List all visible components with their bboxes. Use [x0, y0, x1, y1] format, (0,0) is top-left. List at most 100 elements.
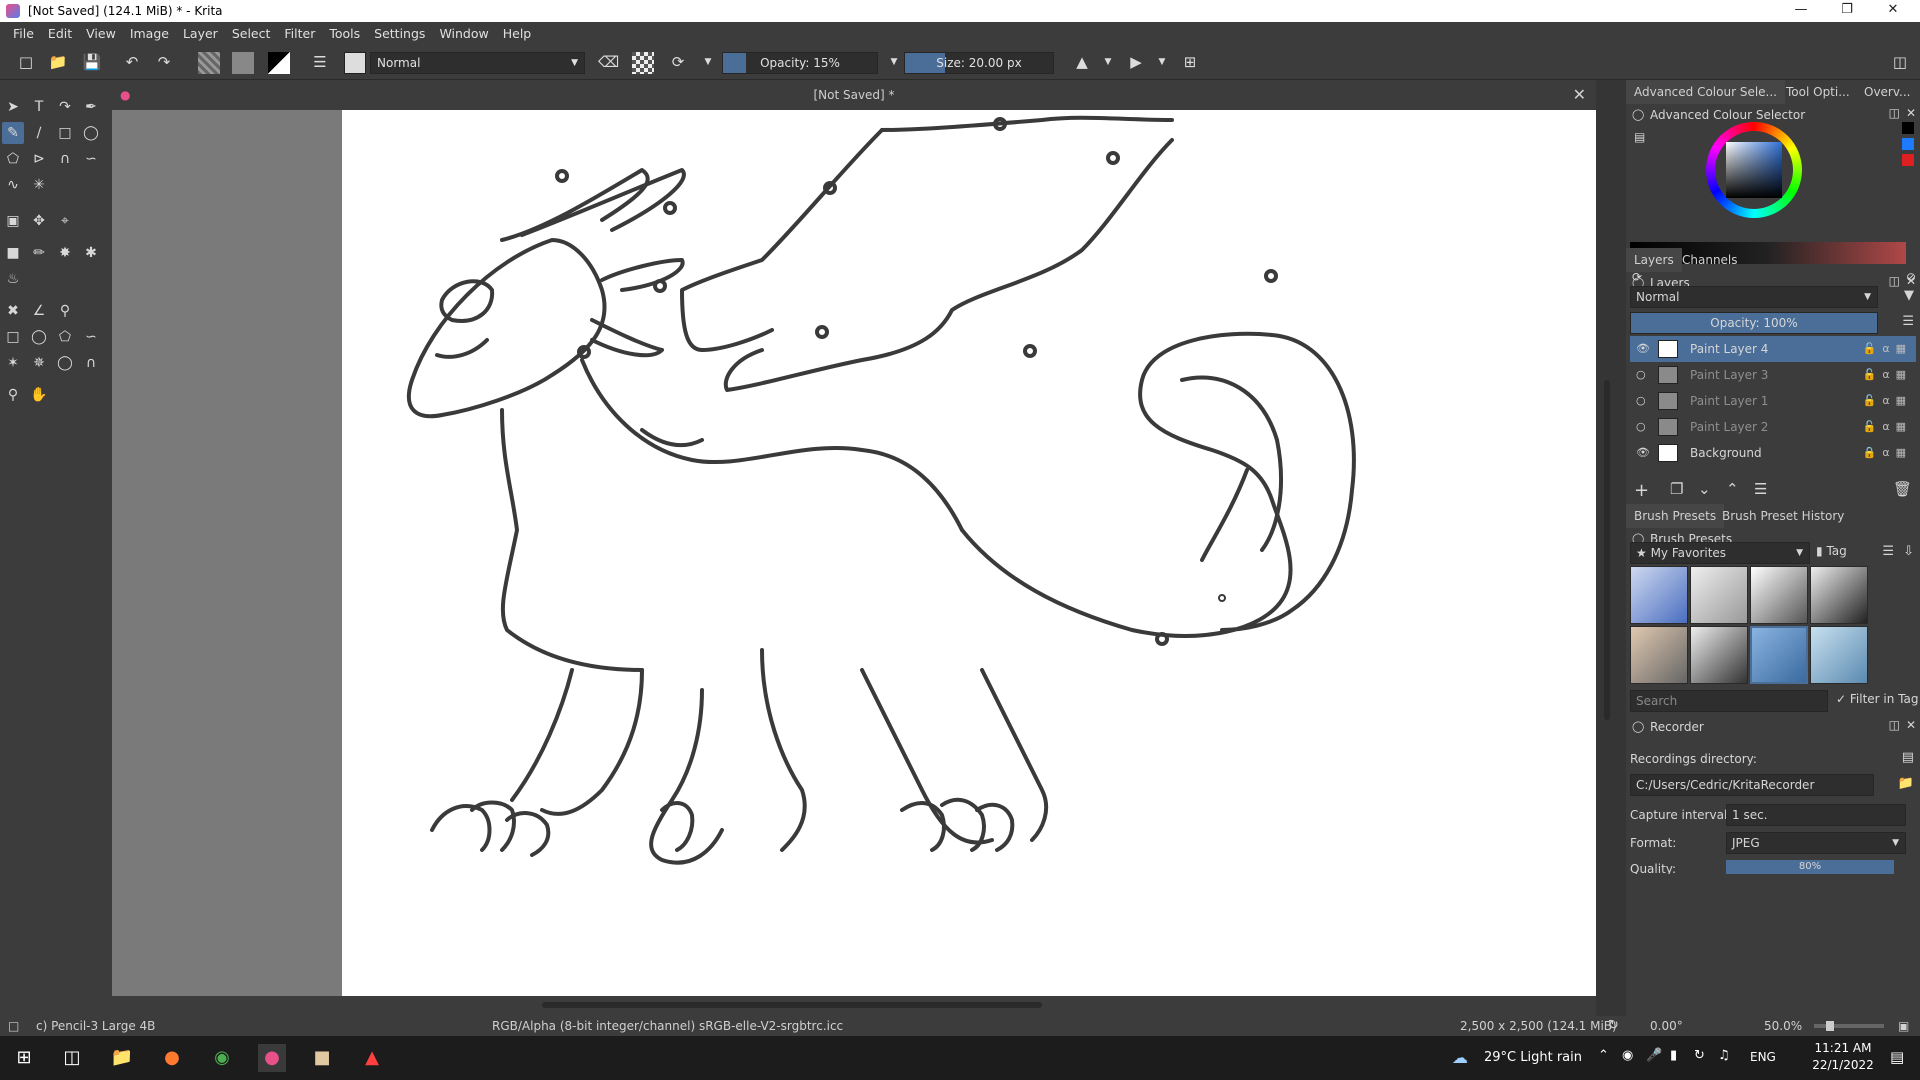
file-explorer-icon[interactable]: 📁 [108, 1044, 136, 1072]
duplicate-layer-icon[interactable]: ❐ [1670, 480, 1683, 498]
brush-tag-select[interactable]: ★ My Favorites ▼ [1630, 542, 1810, 564]
tab-brush-preset-history[interactable]: Brush Preset History [1714, 504, 1852, 528]
filter-icon[interactable]: ▼ [1904, 288, 1914, 303]
float-icon[interactable]: ◫ [1889, 718, 1900, 732]
rectangle-tool-icon[interactable]: □ [54, 122, 76, 144]
transform-tool-icon[interactable]: ▣ [2, 210, 24, 232]
menu-window[interactable]: Window [432, 26, 495, 41]
layer-blend-mode-select[interactable]: Normal ▼ [1630, 286, 1878, 308]
gradient-preset-icon[interactable] [198, 52, 220, 74]
browse-folder-icon[interactable]: 📁 [1898, 776, 1914, 791]
firefox-icon[interactable]: ● [158, 1044, 186, 1072]
minimize-icon[interactable]: — [1778, 0, 1824, 22]
close-docker-icon[interactable]: ✕ [1906, 718, 1916, 732]
visibility-eye-icon[interactable]: 👁 [1636, 336, 1650, 362]
menu-select[interactable]: Select [225, 26, 278, 41]
layer-row-background[interactable]: 👁 Background 🔒α▦ [1630, 440, 1916, 466]
hue-ring[interactable] [1706, 122, 1802, 218]
ellipse-tool-icon[interactable]: ◯ [80, 122, 102, 144]
smart-patch-icon[interactable]: ✸ [54, 242, 76, 264]
color-swatch-red[interactable] [1902, 154, 1914, 166]
edit-shapes-icon[interactable]: ↷ [54, 96, 76, 118]
menu-tools[interactable]: Tools [322, 26, 367, 41]
brush-preset-4[interactable] [1810, 566, 1868, 624]
windows-start-icon[interactable]: ⊞ [10, 1044, 38, 1072]
reference-tool-icon[interactable]: ⚲ [54, 300, 76, 322]
menu-settings[interactable]: Settings [367, 26, 432, 41]
polyline-tool-icon[interactable]: ⊳ [28, 148, 50, 170]
weather-text[interactable]: 29°C Light rain [1484, 1050, 1582, 1065]
notifications-icon[interactable]: ▤ [1890, 1048, 1904, 1066]
view-options-icon[interactable]: ☰ [1882, 544, 1894, 559]
layer-opacity-slider[interactable]: Opacity: 100% [1630, 312, 1878, 334]
clock-time[interactable]: 11:21 AM [1808, 1041, 1878, 1055]
fill-tool-icon[interactable]: ♨ [2, 268, 24, 290]
brush-preset-7-selected[interactable] [1750, 626, 1808, 684]
app-avatar-icon[interactable]: ■ [308, 1044, 336, 1072]
reload-preset-icon[interactable]: ⟳ [668, 53, 688, 71]
rotate-icon[interactable]: ↻ [1608, 1016, 1619, 1036]
crop-tool-icon[interactable]: ⌖ [54, 210, 76, 232]
layer-row-paint-layer-2[interactable]: ○ Paint Layer 2 🔓α▦ [1630, 414, 1916, 440]
move-layer-up-icon[interactable]: ⌃ [1726, 480, 1739, 498]
polygon-tool-icon[interactable]: ⬠ [2, 148, 24, 170]
pan-tool-icon[interactable]: ✋ [28, 384, 50, 406]
contiguous-select-icon[interactable]: ✶ [2, 352, 24, 374]
microphone-icon[interactable]: 🎤 [1646, 1048, 1662, 1063]
rect-select-icon[interactable]: □ [2, 326, 24, 348]
format-select[interactable]: JPEG ▼ [1726, 832, 1906, 854]
krita-taskbar-icon[interactable]: ● [258, 1044, 286, 1072]
weather-icon[interactable]: ☁ [1452, 1048, 1468, 1067]
color-picker-icon[interactable]: ✏ [28, 242, 50, 264]
warning-app-icon[interactable]: ▲ [358, 1044, 386, 1072]
brush-preset-3[interactable] [1750, 566, 1808, 624]
close-docker-icon[interactable]: ✕ [1906, 106, 1916, 120]
horizontal-scrollbar[interactable] [112, 996, 1596, 1016]
measure-tool-icon[interactable]: ∠ [28, 300, 50, 322]
menu-file[interactable]: File [6, 26, 41, 41]
task-view-icon[interactable]: ◫ [58, 1044, 86, 1072]
saturation-value-square[interactable] [1726, 142, 1782, 198]
network-icon[interactable]: ↻ [1694, 1048, 1705, 1063]
menu-view[interactable]: View [79, 26, 123, 41]
restore-icon[interactable]: ❐ [1824, 0, 1870, 22]
freehand-select-icon[interactable]: ∽ [80, 326, 102, 348]
visibility-hidden-icon[interactable]: ○ [1636, 362, 1646, 388]
tray-chevron-icon[interactable]: ⌃ [1598, 1048, 1609, 1063]
color-swatch-blue[interactable] [1902, 138, 1914, 150]
polygon-select-icon[interactable]: ⬠ [54, 326, 76, 348]
capture-interval-field[interactable]: 1 sec. [1726, 804, 1906, 826]
canvas-only-icon[interactable]: ▣ [1898, 1016, 1909, 1036]
chevron-down-icon[interactable]: ▼ [698, 53, 718, 71]
size-slider[interactable]: Size: 20.00 px [904, 52, 1054, 74]
horizontal-scroll-thumb[interactable] [542, 1002, 1042, 1008]
brush-preset-2[interactable] [1690, 566, 1748, 624]
import-brush-icon[interactable]: ⇩ [1903, 544, 1914, 559]
bezier-tool-icon[interactable]: ∩ [54, 148, 76, 170]
brush-settings-icon[interactable]: ☰ [310, 53, 330, 71]
blend-mode-select[interactable]: Normal ▼ [370, 52, 585, 74]
calligraphy-icon[interactable]: ✒ [80, 96, 102, 118]
tag-button[interactable]: ▮ Tag [1816, 544, 1847, 558]
move-tool-icon[interactable]: ✥ [28, 210, 50, 232]
tab-advanced-colour-selector[interactable]: Advanced Colour Sele... [1626, 80, 1785, 104]
language-indicator[interactable]: ENG [1750, 1050, 1776, 1064]
visibility-eye-icon[interactable]: 👁 [1636, 440, 1650, 466]
close-docker-icon[interactable]: ✕ [1906, 274, 1916, 288]
close-document-icon[interactable]: ✕ [1573, 80, 1586, 110]
tab-overview[interactable]: Overv... [1856, 80, 1918, 104]
brush-preset-8[interactable] [1810, 626, 1868, 684]
menu-edit[interactable]: Edit [41, 26, 79, 41]
vertical-scrollbar[interactable] [1596, 80, 1626, 1016]
brush-preset-5[interactable] [1630, 626, 1688, 684]
dynamic-brush-icon[interactable]: ∿ [2, 174, 24, 196]
menu-filter[interactable]: Filter [277, 26, 322, 41]
preserve-alpha-icon[interactable] [632, 52, 654, 74]
layer-lock-icon[interactable]: 🔓α▦ [1863, 362, 1912, 388]
select-shapes-icon[interactable]: ➤ [2, 96, 24, 118]
pattern-preset-icon[interactable] [232, 52, 254, 74]
delete-layer-icon[interactable]: 🗑 [1893, 480, 1912, 498]
save-icon[interactable]: 💾 [82, 53, 102, 71]
quality-slider[interactable]: 80% [1726, 860, 1894, 874]
dock-lock-icon[interactable]: ◯ [1632, 720, 1644, 733]
